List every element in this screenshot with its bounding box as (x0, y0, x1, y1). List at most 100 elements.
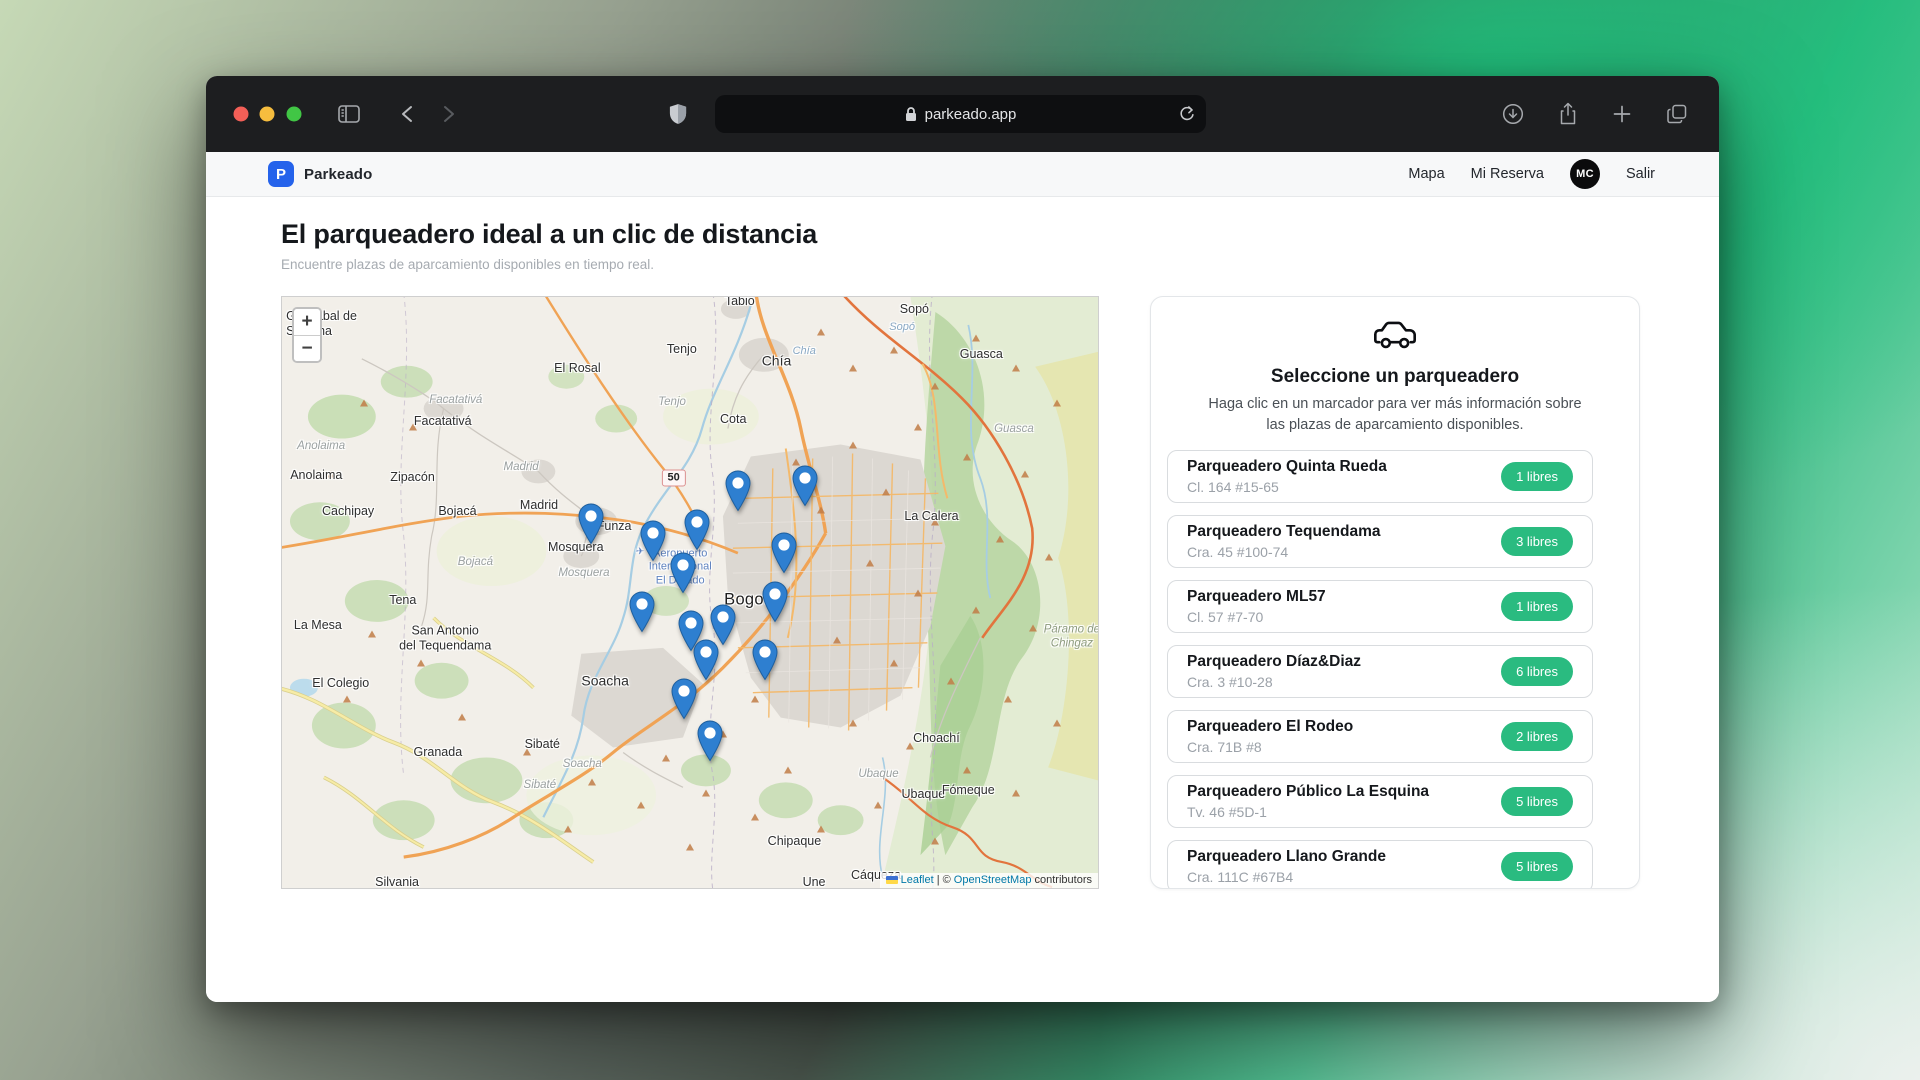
parking-lot-list: Parqueadero Quinta Rueda Cl. 164 #15-65 … (1151, 450, 1639, 889)
parking-lot-item[interactable]: Parqueadero El Rodeo Cra. 71B #8 2 libre… (1167, 710, 1593, 763)
new-tab-button[interactable] (1612, 104, 1632, 124)
peak-icon (914, 424, 922, 431)
lock-icon (905, 106, 917, 122)
lot-address: Cra. 71B #8 (1187, 739, 1353, 755)
peak-icon (523, 749, 531, 756)
peak-icon (1012, 790, 1020, 797)
peak-icon (874, 802, 882, 809)
attribution-suffix: contributors (1035, 874, 1092, 886)
browser-window: parkeado.app (206, 76, 1719, 1002)
map-marker[interactable] (641, 521, 666, 562)
page-body: El parqueadero ideal a un clic de distan… (206, 197, 1719, 1002)
lot-name: Parqueadero El Rodeo (1187, 718, 1353, 736)
map-marker[interactable] (793, 466, 818, 507)
parking-lot-item[interactable]: Parqueadero Llano Grande Cra. 111C #67B4… (1167, 840, 1593, 889)
peak-icon (662, 754, 670, 761)
map-marker[interactable] (629, 591, 654, 632)
peak-icon (368, 630, 376, 637)
lot-info: Parqueadero Quinta Rueda Cl. 164 #15-65 (1187, 458, 1387, 495)
fullscreen-window-button[interactable] (287, 107, 302, 122)
zoom-out-button[interactable]: − (294, 335, 320, 361)
parking-lot-item[interactable]: Parqueadero Quinta Rueda Cl. 164 #15-65 … (1167, 450, 1593, 503)
availability-badge: 3 libres (1501, 527, 1573, 556)
peak-icon (972, 335, 980, 342)
user-avatar[interactable]: MC (1570, 159, 1600, 189)
peak-icon (931, 382, 939, 389)
peak-icon (417, 660, 425, 667)
close-window-button[interactable] (234, 107, 249, 122)
peak-icon (833, 636, 841, 643)
peak-icon (963, 766, 971, 773)
peak-icon (996, 536, 1004, 543)
nav-link-mi-reserva[interactable]: Mi Reserva (1471, 166, 1544, 182)
peak-icon (588, 778, 596, 785)
peak-icon (963, 453, 971, 460)
peak-icon (327, 471, 335, 478)
parking-lot-item[interactable]: Parqueadero ML57 Cl. 57 #7-70 1 libres (1167, 580, 1593, 633)
parking-lot-item[interactable]: Parqueadero Tequendama Cra. 45 #100-74 3… (1167, 515, 1593, 568)
privacy-shield-icon[interactable] (669, 103, 687, 125)
parking-lot-item[interactable]: Parqueadero Público La Esquina Tv. 46 #5… (1167, 775, 1593, 828)
peak-icon (890, 660, 898, 667)
peak-icon (637, 802, 645, 809)
leaflet-link[interactable]: Leaflet (901, 874, 934, 886)
minimize-window-button[interactable] (260, 107, 275, 122)
map-marker[interactable] (670, 553, 695, 594)
lot-info: Parqueadero ML57 Cl. 57 #7-70 (1187, 588, 1326, 625)
site-navbar: P Parkeado Mapa Mi Reserva MC Salir (206, 152, 1719, 197)
map-zoom-control: + − (292, 307, 322, 363)
leaflet-map[interactable]: Guayabal de SíquimaTabioSopóSopóTenjoTen… (281, 296, 1099, 889)
map-marker[interactable] (753, 639, 778, 680)
map-attribution: Leaflet | © OpenStreetMap contributors (880, 873, 1098, 888)
peak-icon (343, 695, 351, 702)
map-marker[interactable] (694, 640, 719, 681)
attribution-copyright: © (943, 874, 951, 886)
map-marker[interactable] (685, 509, 710, 550)
peak-icon (360, 400, 368, 407)
availability-badge: 5 libres (1501, 852, 1573, 881)
map-marker[interactable] (579, 503, 604, 544)
peak-icon (906, 743, 914, 750)
back-button[interactable] (401, 105, 413, 123)
zoom-in-button[interactable]: + (294, 309, 320, 335)
map-marker[interactable] (762, 581, 787, 622)
lot-name: Parqueadero Tequendama (1187, 523, 1381, 541)
peak-icon (817, 825, 825, 832)
lot-name: Parqueadero Llano Grande (1187, 848, 1386, 866)
lot-info: Parqueadero Tequendama Cra. 45 #100-74 (1187, 523, 1381, 560)
map-marker[interactable] (672, 678, 697, 719)
parkeado-logo-icon: P (268, 161, 294, 187)
map-marker[interactable] (726, 470, 751, 511)
peak-icon (947, 678, 955, 685)
ukraine-flag-icon (886, 876, 898, 884)
lot-info: Parqueadero Llano Grande Cra. 111C #67B4 (1187, 848, 1386, 885)
share-button[interactable] (1558, 102, 1578, 126)
downloads-button[interactable] (1502, 103, 1524, 125)
lot-info: Parqueadero El Rodeo Cra. 71B #8 (1187, 718, 1353, 755)
reload-button[interactable] (1179, 106, 1194, 123)
peak-icon (931, 518, 939, 525)
logout-button[interactable]: Salir (1626, 166, 1655, 182)
page-title: El parqueadero ideal a un clic de distan… (281, 197, 1644, 250)
nav-link-mapa[interactable]: Mapa (1408, 166, 1444, 182)
browser-titlebar: parkeado.app (206, 76, 1719, 152)
tab-overview-button[interactable] (1666, 103, 1688, 125)
address-bar[interactable]: parkeado.app (715, 95, 1206, 133)
page-subtitle: Encuentre plazas de aparcamiento disponi… (281, 257, 1644, 272)
map-marker[interactable] (697, 721, 722, 762)
peak-icon (784, 766, 792, 773)
lot-info: Parqueadero Público La Esquina Tv. 46 #5… (1187, 783, 1429, 820)
lot-info: Parqueadero Díaz&Diaz Cra. 3 #10-28 (1187, 653, 1361, 690)
peak-icon (564, 825, 572, 832)
parkeado-brand[interactable]: P Parkeado (268, 161, 372, 187)
peak-icon (751, 814, 759, 821)
map-marker[interactable] (771, 532, 796, 573)
osm-link[interactable]: OpenStreetMap (954, 874, 1032, 886)
lot-name: Parqueadero Público La Esquina (1187, 783, 1429, 801)
parking-lot-item[interactable]: Parqueadero Díaz&Diaz Cra. 3 #10-28 6 li… (1167, 645, 1593, 698)
availability-badge: 1 libres (1501, 592, 1573, 621)
forward-button[interactable] (443, 105, 455, 123)
peak-icon (458, 713, 466, 720)
peak-icon (409, 424, 417, 431)
sidebar-toggle-button[interactable] (338, 105, 360, 123)
